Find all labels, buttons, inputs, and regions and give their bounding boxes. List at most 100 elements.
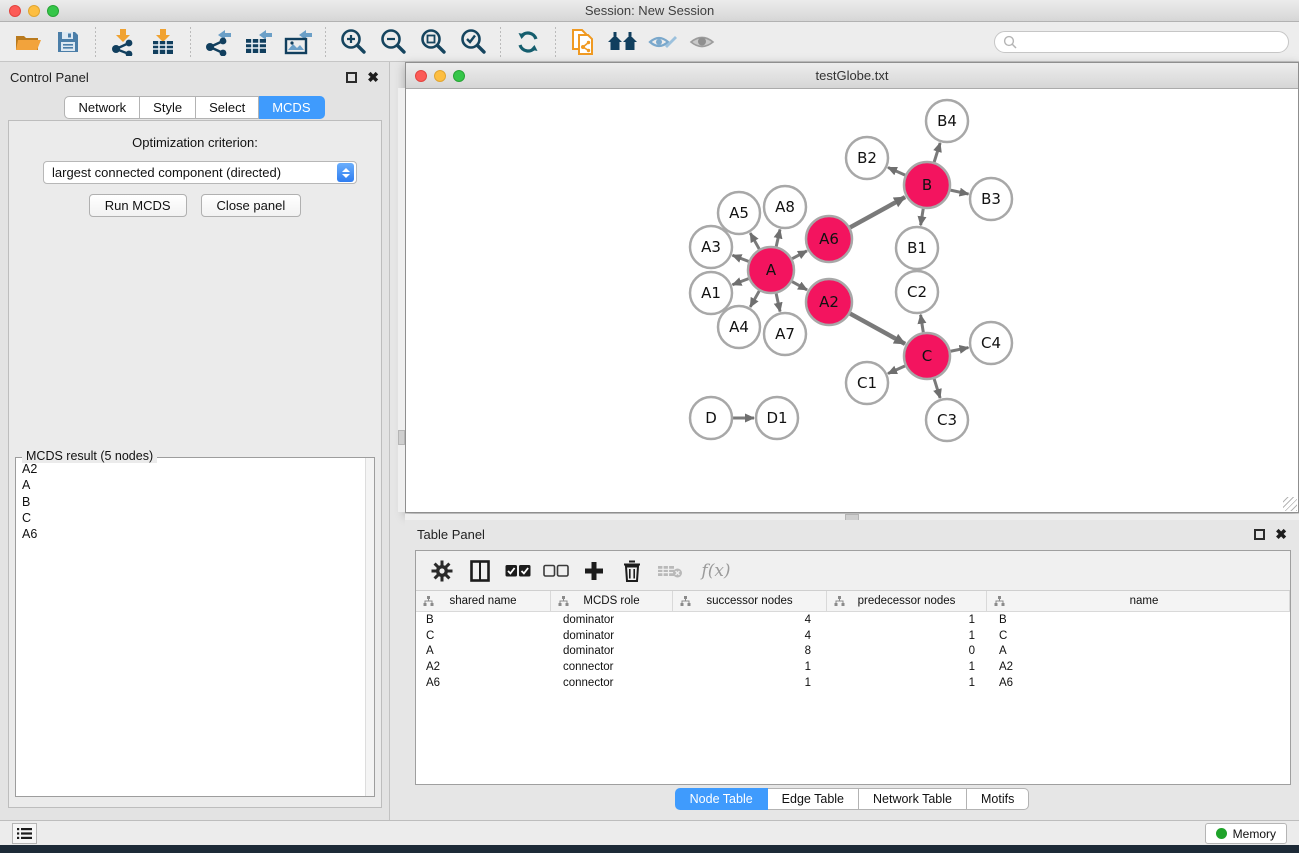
edge-A-A3[interactable]: [732, 255, 748, 261]
tab-network[interactable]: Network: [64, 96, 140, 119]
table-cell[interactable]: A6: [416, 677, 551, 689]
memory-button[interactable]: Memory: [1205, 823, 1287, 844]
edge-A2-C[interactable]: [850, 314, 905, 344]
edge-A-A4[interactable]: [750, 291, 759, 307]
edge-A-A7[interactable]: [776, 293, 780, 311]
import-table-button[interactable]: [143, 25, 183, 59]
edge-A-A1[interactable]: [732, 279, 748, 285]
edge-A-A8[interactable]: [776, 229, 780, 246]
tab-style[interactable]: Style: [140, 96, 196, 119]
table-cell[interactable]: 4: [673, 630, 827, 642]
table-cell[interactable]: 1: [827, 677, 987, 689]
float-table-panel-icon[interactable]: [1254, 529, 1265, 540]
node-C[interactable]: C: [904, 333, 950, 379]
close-window-icon[interactable]: [9, 5, 21, 17]
node-A5[interactable]: A5: [718, 192, 760, 234]
column-header-shared-name[interactable]: shared name: [416, 591, 551, 611]
node-A4[interactable]: A4: [718, 306, 760, 348]
table-tab-node-table[interactable]: Node Table: [675, 788, 768, 810]
node-A[interactable]: A: [748, 247, 794, 293]
node-B4[interactable]: B4: [926, 100, 968, 142]
table-cell[interactable]: dominator: [551, 645, 673, 657]
float-panel-icon[interactable]: [346, 72, 357, 83]
node-A3[interactable]: A3: [690, 226, 732, 268]
table-cell[interactable]: 1: [827, 614, 987, 626]
edge-A-A2[interactable]: [792, 282, 807, 290]
node-D[interactable]: D: [690, 397, 732, 439]
node-B[interactable]: B: [904, 162, 950, 208]
search-field[interactable]: [994, 31, 1289, 53]
table-cell[interactable]: dominator: [551, 630, 673, 642]
node-A2[interactable]: A2: [806, 279, 852, 325]
table-tab-edge-table[interactable]: Edge Table: [768, 788, 859, 810]
result-scrollbar[interactable]: [365, 458, 374, 796]
add-column-button[interactable]: [580, 556, 608, 586]
table-tab-motifs[interactable]: Motifs: [967, 788, 1029, 810]
table-cell[interactable]: 1: [827, 661, 987, 673]
close-table-panel-icon[interactable]: ✖: [1275, 527, 1287, 541]
open-file-button[interactable]: [8, 25, 48, 59]
node-C4[interactable]: C4: [970, 322, 1012, 364]
split-columns-button[interactable]: [466, 556, 494, 586]
mcds-result-item[interactable]: A6: [22, 526, 365, 542]
mcds-result-item[interactable]: C: [22, 510, 365, 526]
table-cell[interactable]: A6: [987, 677, 1290, 689]
table-cell[interactable]: 8: [673, 645, 827, 657]
node-D1[interactable]: D1: [756, 397, 798, 439]
column-header-successor-nodes[interactable]: successor nodes: [673, 591, 827, 611]
close-panel-icon[interactable]: ✖: [367, 70, 379, 84]
deselect-all-button[interactable]: [542, 556, 570, 586]
select-all-button[interactable]: [504, 556, 532, 586]
run-mcds-button[interactable]: Run MCDS: [89, 194, 187, 217]
zoom-network-icon[interactable]: [453, 70, 465, 82]
show-panels-button[interactable]: [12, 823, 37, 844]
network-window-titlebar[interactable]: testGlobe.txt: [406, 63, 1298, 89]
edge-A6-B[interactable]: [850, 197, 905, 227]
minimize-window-icon[interactable]: [28, 5, 40, 17]
close-panel-button[interactable]: Close panel: [201, 194, 302, 217]
new-network-from-selection-button[interactable]: [563, 25, 603, 59]
zoom-window-icon[interactable]: [47, 5, 59, 17]
close-network-icon[interactable]: [415, 70, 427, 82]
table-cell[interactable]: dominator: [551, 614, 673, 626]
edge-B-B3[interactable]: [950, 190, 968, 194]
node-C2[interactable]: C2: [896, 271, 938, 313]
table-cell[interactable]: A: [987, 645, 1290, 657]
node-B2[interactable]: B2: [846, 137, 888, 179]
table-row[interactable]: Bdominator41B: [416, 612, 1290, 628]
tab-mcds[interactable]: MCDS: [259, 96, 324, 119]
minimize-network-icon[interactable]: [434, 70, 446, 82]
zoom-out-button[interactable]: [373, 25, 413, 59]
network-canvas[interactable]: B4B2BB3A8A5A6A3B1AA1C2A2A4A7C4CC1DD1C3: [406, 89, 1298, 512]
home-layout-button[interactable]: [603, 25, 643, 59]
node-B3[interactable]: B3: [970, 178, 1012, 220]
hide-selected-button[interactable]: [643, 25, 683, 59]
table-cell[interactable]: 1: [827, 630, 987, 642]
table-cell[interactable]: connector: [551, 677, 673, 689]
table-row[interactable]: Adominator80A: [416, 644, 1290, 660]
search-input[interactable]: [1017, 35, 1288, 49]
node-C3[interactable]: C3: [926, 399, 968, 441]
edge-A-A6[interactable]: [792, 251, 807, 259]
mcds-result-item[interactable]: A2: [22, 461, 365, 477]
zoom-fit-button[interactable]: [413, 25, 453, 59]
mcds-result-item[interactable]: A: [22, 477, 365, 493]
table-settings-button[interactable]: [428, 556, 456, 586]
edge-B-B1[interactable]: [921, 209, 924, 226]
resize-grip[interactable]: [1283, 497, 1297, 511]
edge-A-A5[interactable]: [750, 233, 759, 249]
table-cell[interactable]: A: [416, 645, 551, 657]
node-A1[interactable]: A1: [690, 272, 732, 314]
tab-select[interactable]: Select: [196, 96, 259, 119]
mcds-result-list[interactable]: A2ABCA6: [17, 459, 365, 795]
column-header-predecessor-nodes[interactable]: predecessor nodes: [827, 591, 987, 611]
zoom-selected-button[interactable]: [453, 25, 493, 59]
table-cell[interactable]: 0: [827, 645, 987, 657]
show-all-button[interactable]: [683, 25, 723, 59]
table-cell[interactable]: 1: [673, 677, 827, 689]
edge-C-C4[interactable]: [951, 348, 969, 352]
export-image-button[interactable]: [278, 25, 318, 59]
table-cell[interactable]: 1: [673, 661, 827, 673]
mcds-result-item[interactable]: B: [22, 494, 365, 510]
import-network-button[interactable]: [103, 25, 143, 59]
